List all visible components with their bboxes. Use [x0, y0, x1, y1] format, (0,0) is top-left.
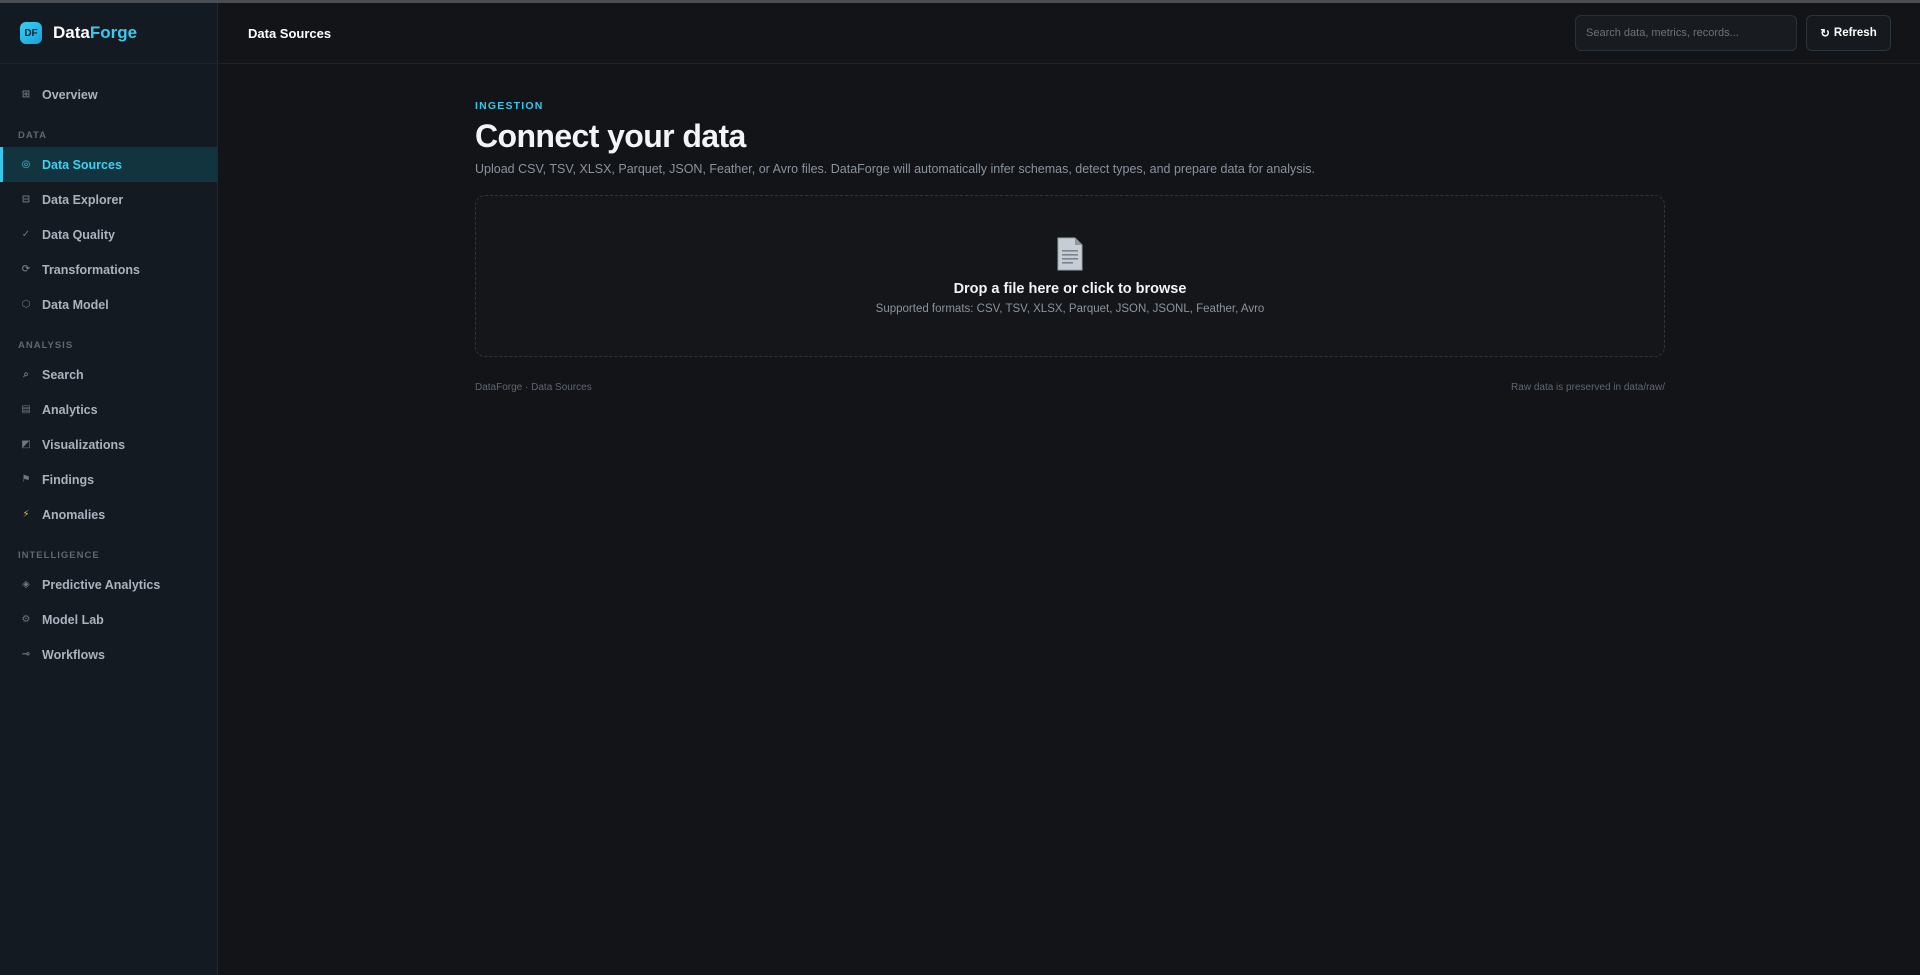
refresh-label: Refresh: [1833, 27, 1877, 39]
gear-icon: ⚙: [21, 614, 31, 625]
footer-note: Raw data is preserved in data/raw/: [1511, 382, 1665, 393]
top-header: Data Sources ↻ Refresh: [219, 3, 1920, 64]
lightning-icon: ⚡: [22, 509, 30, 520]
sidebar-item-label: Overview: [42, 87, 98, 102]
main-content: INGESTION Connect your data Upload CSV, …: [475, 100, 1665, 393]
check-icon: ✓: [21, 229, 31, 240]
sidebar-item-overview[interactable]: ⊞ Overview: [0, 77, 217, 112]
sidebar-item-search[interactable]: ⌕ Search: [0, 357, 217, 392]
sidebar-item-visualizations[interactable]: ◩ Visualizations: [0, 427, 217, 462]
refresh-icon: ⟳: [21, 264, 31, 275]
hexagon-icon: ⬡: [21, 299, 31, 310]
diamond-icon: ◈: [22, 579, 30, 590]
dropzone-supported-formats: Supported formats: CSV, TSV, XLSX, Parqu…: [875, 303, 1265, 315]
sidebar-item-label: Model Lab: [42, 612, 104, 627]
sidebar-item-transformations[interactable]: ⟳ Transformations: [0, 252, 217, 287]
brand-name: DataForge: [53, 23, 137, 43]
sidebar-item-data-explorer[interactable]: ⊟ Data Explorer: [0, 182, 217, 217]
brand-logo: DF: [20, 22, 42, 44]
sidebar: DF DataForge ⊞ Overview DATA ◎ Data Sour…: [0, 3, 218, 975]
sidebar-item-analytics[interactable]: ▤ Analytics: [0, 392, 217, 427]
sidebar-item-label: Findings: [42, 472, 95, 487]
sidebar-item-label: Data Quality: [42, 227, 115, 242]
chart-icon: ◩: [21, 439, 31, 450]
sidebar-item-label: Search: [42, 367, 84, 382]
search-input[interactable]: [1575, 15, 1797, 51]
brand[interactable]: DF DataForge: [0, 3, 217, 64]
sidebar-item-data-model[interactable]: ⬡ Data Model: [0, 287, 217, 322]
sidebar-section-intelligence: INTELLIGENCE: [18, 550, 100, 561]
sidebar-item-predictive-analytics[interactable]: ◈ Predictive Analytics: [0, 567, 217, 602]
sidebar-section-analysis: ANALYSIS: [18, 340, 74, 351]
sidebar-item-label: Anomalies: [42, 507, 106, 522]
bars-icon: ▤: [21, 404, 31, 415]
dropzone-title: Drop a file here or click to browse: [953, 281, 1187, 297]
brand-name-part2: Forge: [89, 23, 138, 42]
refresh-icon: ↻: [1820, 28, 1830, 40]
arrow-icon: ⊸: [21, 649, 31, 660]
refresh-button[interactable]: ↻ Refresh: [1806, 15, 1891, 51]
sidebar-item-label: Predictive Analytics: [42, 577, 161, 592]
main-title: Connect your data: [475, 118, 746, 154]
main-subtitle: Upload CSV, TSV, XLSX, Parquet, JSON, Fe…: [475, 162, 1316, 176]
search-icon: ⌕: [23, 369, 29, 380]
table-icon: ⊟: [21, 194, 31, 205]
sidebar-item-data-sources[interactable]: ◎ Data Sources: [0, 147, 217, 182]
sidebar-item-label: Analytics: [42, 402, 98, 417]
section-eyebrow: INGESTION: [475, 100, 544, 112]
flag-icon: ⚑: [21, 474, 31, 485]
sidebar-item-label: Data Sources: [42, 157, 122, 172]
sidebar-item-workflows[interactable]: ⊸ Workflows: [0, 637, 217, 672]
sidebar-nav: ⊞ Overview DATA ◎ Data Sources ⊟ Data Ex…: [0, 64, 217, 672]
file-dropzone[interactable]: Drop a file here or click to browse Supp…: [475, 195, 1665, 357]
sidebar-item-model-lab[interactable]: ⚙ Model Lab: [0, 602, 217, 637]
sidebar-item-label: Transformations: [42, 262, 140, 277]
brand-name-part1: Data: [53, 23, 90, 42]
sidebar-item-label: Workflows: [42, 647, 105, 662]
sidebar-section-data: DATA: [18, 130, 47, 141]
page-title: Data Sources: [248, 25, 332, 41]
sidebar-item-anomalies[interactable]: ⚡ Anomalies: [0, 497, 217, 532]
footer-breadcrumb: DataForge · Data Sources: [475, 382, 592, 393]
sidebar-item-label: Data Explorer: [42, 192, 124, 207]
grid-icon: ⊞: [21, 89, 31, 100]
target-icon: ◎: [21, 159, 31, 170]
sidebar-item-label: Data Model: [42, 297, 109, 312]
sidebar-item-data-quality[interactable]: ✓ Data Quality: [0, 217, 217, 252]
sidebar-item-label: Visualizations: [42, 437, 126, 452]
document-icon: [1057, 237, 1083, 271]
sidebar-item-findings[interactable]: ⚑ Findings: [0, 462, 217, 497]
content-footer: DataForge · Data Sources Raw data is pre…: [475, 382, 1665, 393]
